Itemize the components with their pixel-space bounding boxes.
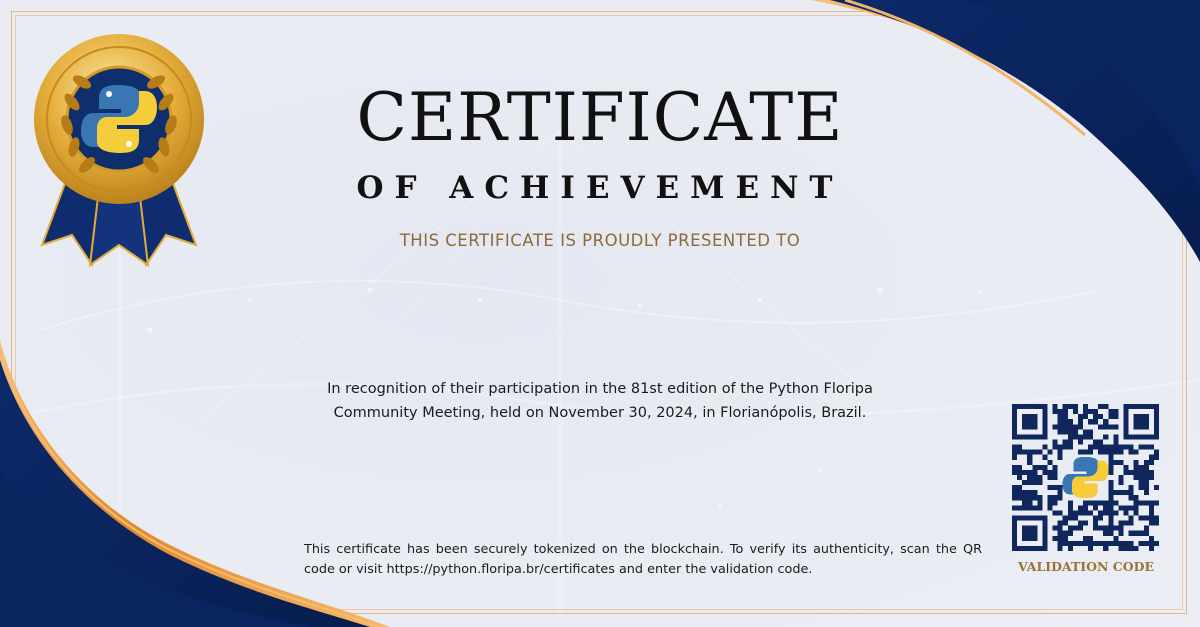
- python-logo-medal-icon: [34, 34, 204, 268]
- certificate: CERTIFICATE OF ACHIEVEMENT THIS CERTIFIC…: [0, 0, 1200, 627]
- python-logo-icon: [1062, 456, 1109, 499]
- presented-to-label: THIS CERTIFICATE IS PROUDLY PRESENTED TO: [399, 231, 801, 250]
- certificate-title: CERTIFICATE: [356, 79, 844, 156]
- recognition-text: In recognition of their participation in…: [327, 381, 873, 421]
- blockchain-note: This certificate has been securely token…: [304, 542, 982, 577]
- validation-code-label: VALIDATION CODE: [1018, 559, 1154, 574]
- certificate-subtitle: OF ACHIEVEMENT: [356, 170, 844, 206]
- qr-code-icon[interactable]: [1012, 404, 1159, 551]
